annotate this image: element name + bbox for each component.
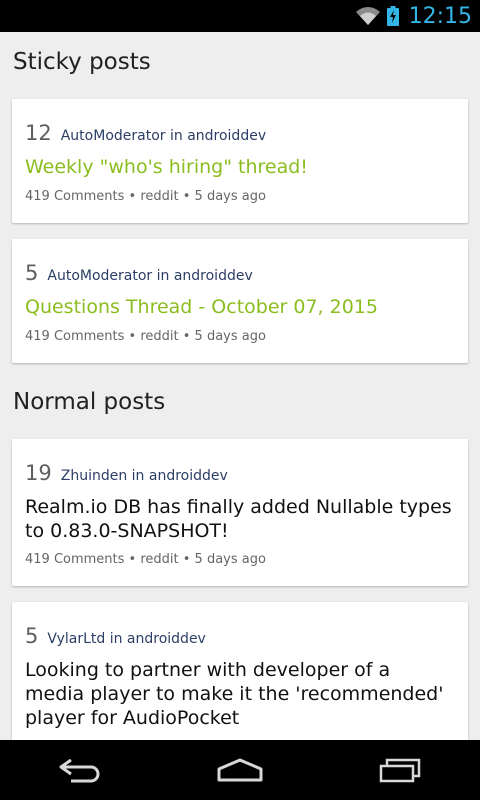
post-list[interactable]: Sticky posts 12 AutoModerator in android… — [0, 32, 480, 740]
section-title-normal: Normal posts — [13, 389, 166, 415]
post-title[interactable]: Questions Thread - October 07, 2015 — [25, 295, 454, 319]
back-button[interactable] — [40, 750, 120, 790]
section-title-sticky: Sticky posts — [13, 49, 151, 75]
post-title[interactable]: Looking to partner with developer of a m… — [25, 658, 454, 730]
post-score: 5 — [25, 261, 39, 285]
post-footer: 419 Comments • reddit • 5 days ago — [25, 189, 266, 204]
post-card[interactable]: 19 Zhuinden in androiddev Realm.io DB ha… — [12, 439, 468, 586]
battery-charging-icon — [386, 6, 399, 26]
post-meta: 5 VylarLtd in androiddev — [25, 624, 206, 648]
post-byline[interactable]: AutoModerator in androiddev — [47, 268, 252, 284]
status-clock: 12:15 — [408, 3, 472, 29]
recent-apps-button[interactable] — [360, 750, 440, 790]
post-footer: 419 Comments • reddit • 5 days ago — [25, 329, 266, 344]
post-meta: 5 AutoModerator in androiddev — [25, 261, 253, 285]
post-card[interactable]: 5 AutoModerator in androiddev Questions … — [12, 239, 468, 363]
post-byline[interactable]: Zhuinden in androiddev — [61, 468, 228, 484]
post-meta: 19 Zhuinden in androiddev — [25, 461, 228, 485]
post-meta: 12 AutoModerator in androiddev — [25, 121, 266, 145]
post-score: 5 — [25, 624, 39, 648]
post-card[interactable]: 12 AutoModerator in androiddev Weekly "w… — [12, 99, 468, 223]
recent-apps-icon — [379, 758, 421, 783]
post-title[interactable]: Realm.io DB has finally added Nullable t… — [25, 495, 454, 543]
home-icon — [217, 758, 263, 782]
post-byline[interactable]: VylarLtd in androiddev — [47, 631, 205, 647]
back-icon — [59, 758, 100, 783]
post-byline[interactable]: AutoModerator in androiddev — [61, 128, 266, 144]
status-bar: 12:15 — [0, 0, 480, 32]
wifi-icon — [355, 7, 380, 25]
navigation-bar — [0, 740, 480, 800]
post-title[interactable]: Weekly "who's hiring" thread! — [25, 155, 454, 179]
post-card[interactable]: 5 VylarLtd in androiddev Looking to part… — [12, 602, 468, 740]
home-button[interactable] — [200, 750, 280, 790]
post-footer: 419 Comments • reddit • 5 days ago — [25, 552, 266, 567]
post-score: 12 — [25, 121, 52, 145]
post-score: 19 — [25, 461, 52, 485]
